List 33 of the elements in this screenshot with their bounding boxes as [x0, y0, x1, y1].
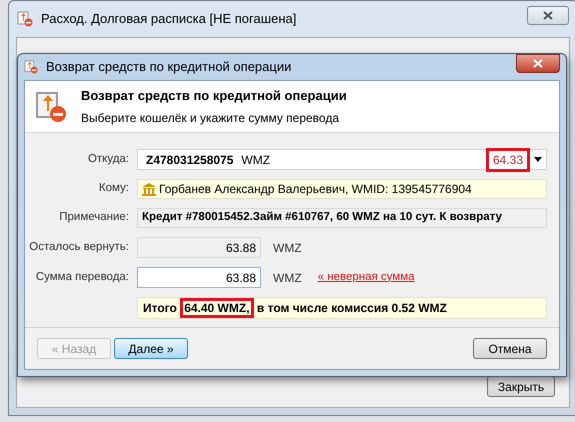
- dialog-title: Возврат средств по кредитной операции: [46, 58, 292, 76]
- document-icon: [24, 60, 38, 74]
- header-title: Возврат средств по кредитной операции: [81, 87, 347, 106]
- document-icon: [35, 90, 67, 122]
- field-label: Сумма перевода:: [34, 270, 130, 285]
- field-label: Откуда:: [86, 152, 130, 167]
- amount-field: 63.88: [137, 237, 261, 258]
- dialog-button[interactable]: Далее »: [114, 338, 188, 359]
- header-subtitle: Выберите кошелёк и укажите сумму перевода: [81, 110, 340, 127]
- wallet-number: Z478031258075: [146, 152, 234, 168]
- error-link[interactable]: « неверная сумма: [318, 268, 415, 286]
- wallet-balance: 64.33: [486, 148, 530, 172]
- close-window-button[interactable]: Закрыть: [487, 376, 555, 397]
- bank-building-icon: [142, 182, 156, 196]
- close-icon: [533, 59, 543, 68]
- field-label: Осталось вернуть:: [28, 240, 130, 255]
- dialog-button[interactable]: Отмена: [473, 338, 547, 359]
- document-icon: [17, 11, 33, 27]
- note-field: Кредит #780015452.Займ #610767, 60 WMZ на 10 сут. К возврату: [137, 208, 547, 228]
- field-label: Кому:: [98, 181, 130, 196]
- wallet-dropdown[interactable]: Z478031258075 WMZ 64.33: [137, 149, 547, 170]
- recipient-text: Горбанев Александр Валерьевич, WMID: 139545776904: [159, 181, 472, 198]
- window-title: Расход. Долговая расписка [НЕ погашена]: [41, 10, 296, 28]
- wallet-currency: WMZ: [241, 152, 270, 168]
- caret-icon: [534, 157, 542, 162]
- amount-field[interactable]: 63.88: [137, 267, 261, 288]
- currency-label: WMZ: [273, 240, 302, 256]
- field-label: Примечание:: [58, 210, 130, 226]
- close-button[interactable]: [516, 54, 560, 73]
- total-text: Итого 64.40 WMZ, в том числе комиссия 0.52 WMZ: [143, 299, 447, 317]
- close-button[interactable]: [527, 6, 569, 24]
- currency-label: WMZ: [273, 270, 302, 286]
- close-icon: [543, 10, 553, 20]
